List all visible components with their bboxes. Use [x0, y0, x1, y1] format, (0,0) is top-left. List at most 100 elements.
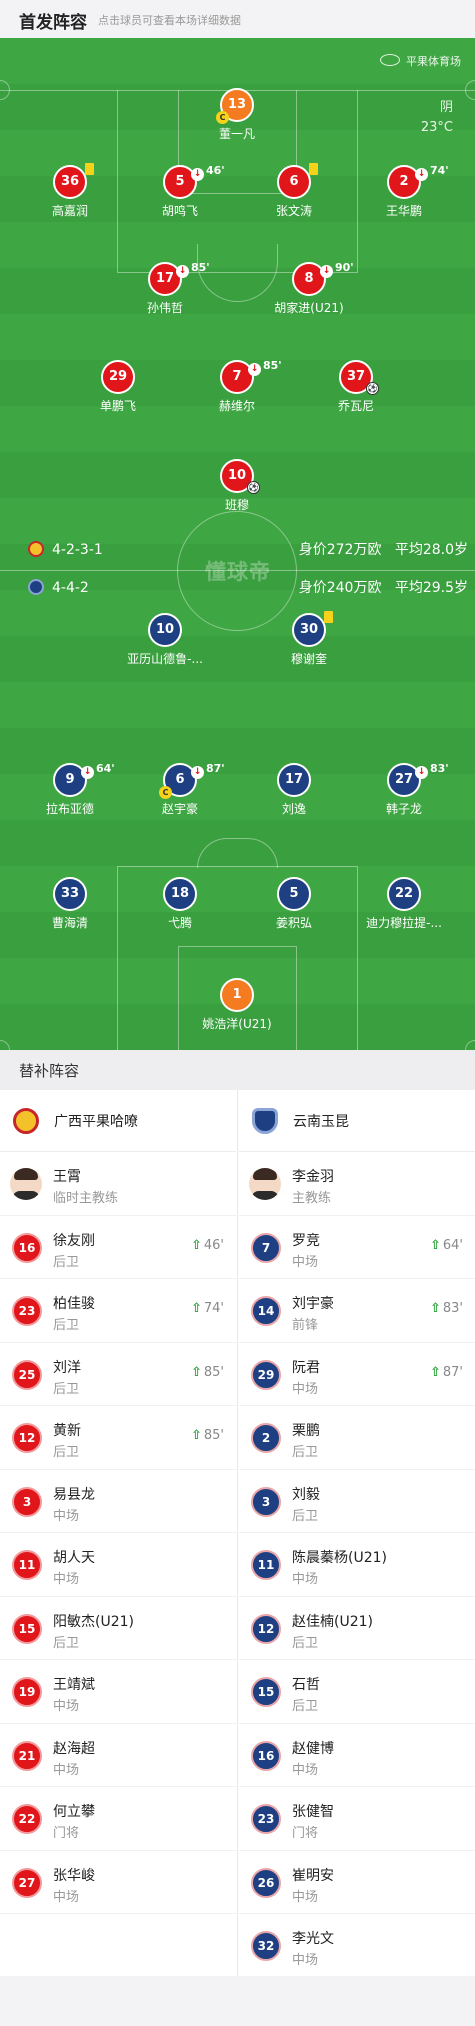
- player-home[interactable]: 2 ↓ 74' 王华鹏: [344, 164, 464, 219]
- sub-player-row[interactable]: 16 徐友刚 后卫 ⇧ 46': [0, 1216, 236, 1279]
- sub-player-row[interactable]: 26 崔明安 中场: [239, 1851, 475, 1914]
- player-away[interactable]: 17 刘逸: [234, 763, 354, 817]
- player-name: 姚浩洋(U21): [202, 1017, 272, 1031]
- sub-player-row[interactable]: 32 李光文 中场: [239, 1914, 475, 1978]
- home-coach-row[interactable]: 王霄 临时主教练: [0, 1152, 236, 1216]
- player-position: 中场: [292, 1889, 319, 1905]
- sub-out-arrow-icon: ↓: [191, 766, 204, 779]
- player-home[interactable]: 10 ⚽ 班穆: [177, 459, 297, 513]
- sub-player-row[interactable]: 3 刘毅 后卫: [239, 1470, 475, 1533]
- player-away[interactable]: 33 曹海清: [10, 877, 130, 931]
- page-subtitle: 点击球员可查看本场详细数据: [98, 14, 241, 27]
- player-away[interactable]: 27 ↓ 83' 韩子龙: [344, 762, 464, 817]
- away-team-row[interactable]: 云南玉昆: [239, 1090, 475, 1152]
- sub-in-time: ⇧ 85': [190, 1428, 224, 1443]
- sub-out-arrow-icon: ↓: [415, 168, 428, 181]
- player-home[interactable]: 5 ↓ 46' 胡鸣飞: [120, 164, 240, 219]
- sub-in-time: ⇧ 74': [190, 1301, 224, 1316]
- sub-player-row[interactable]: 22 何立攀 门将: [0, 1787, 236, 1851]
- player-away[interactable]: 18 弋腾: [120, 877, 240, 931]
- player-name: 王华鹏: [385, 204, 422, 218]
- sub-player-row[interactable]: 2 栗鹏 后卫: [239, 1406, 475, 1470]
- player-home[interactable]: 36 高嘉润: [10, 163, 130, 219]
- shirt-number: 30: [292, 611, 333, 647]
- sub-in-arrow-icon: ⇧: [429, 1301, 441, 1316]
- stadium-icon: [380, 54, 400, 66]
- away-coach-row[interactable]: 李金羽 主教练: [239, 1152, 475, 1216]
- player-away[interactable]: 9 ↓ 64' 拉布亚德: [10, 762, 130, 817]
- coach-avatar: [249, 1168, 281, 1200]
- player-name: 张文涛: [275, 204, 312, 218]
- player-name: 拉布亚德: [45, 802, 94, 816]
- player-home-gk[interactable]: 13 C 董一凡: [177, 88, 297, 142]
- player-home[interactable]: 29 单鹏飞: [58, 360, 178, 414]
- shirt-number: 12: [12, 1423, 42, 1453]
- player-away[interactable]: 5 姜积弘: [234, 877, 354, 931]
- shirt-number: 17: [277, 763, 311, 797]
- shirt-number: 27 ↓ 83': [387, 762, 449, 797]
- sub-player-row[interactable]: 19 王靖斌 中场: [0, 1660, 236, 1724]
- sub-player-row[interactable]: 12 赵佳楠(U21) 后卫: [239, 1597, 475, 1660]
- yellow-card-icon: [309, 163, 318, 175]
- player-name: 韩子龙: [385, 802, 422, 816]
- sub-player-row[interactable]: 7 罗竞 中场 ⇧ 64': [239, 1216, 475, 1279]
- sub-player-row[interactable]: 29 阮君 中场 ⇧ 87': [239, 1343, 475, 1406]
- player-home[interactable]: 6 张文涛: [234, 163, 354, 219]
- sub-player-row[interactable]: 27 张华峻 中场: [0, 1851, 236, 1914]
- player-position: 中场: [292, 1381, 319, 1397]
- sub-player-row[interactable]: 15 石哲 后卫: [239, 1660, 475, 1724]
- player-name: 徐友刚: [53, 1232, 95, 1249]
- stadium-name: 平果体育场: [406, 55, 461, 68]
- player-home[interactable]: 8 ↓ 90' 胡家进(U21): [249, 261, 369, 316]
- sub-player-row[interactable]: 16 赵健博 中场: [239, 1724, 475, 1787]
- sub-out-indicator: ↓ 85': [248, 359, 282, 376]
- player-name: 穆谢奎: [290, 652, 327, 666]
- player-home[interactable]: 37 ⚽ 乔瓦尼: [296, 360, 416, 414]
- sub-in-arrow-icon: ⇧: [429, 1237, 441, 1253]
- home-team-row[interactable]: 广西平果哈嘹: [0, 1090, 236, 1152]
- sub-player-row[interactable]: 11 陈晨蓁杨(U21) 中场: [239, 1533, 475, 1597]
- player-name: 刘毅: [292, 1486, 320, 1503]
- player-home[interactable]: 17 ↓ 85' 孙伟哲: [105, 261, 225, 316]
- shirt-number: 32: [251, 1931, 281, 1961]
- sub-player-row[interactable]: 12 黄新 后卫 ⇧ 85': [0, 1406, 236, 1470]
- player-position: 后卫: [53, 1445, 80, 1460]
- sub-player-row[interactable]: 3 易县龙 中场: [0, 1470, 236, 1533]
- player-away-gk[interactable]: 1 姚浩洋(U21): [177, 978, 297, 1032]
- shirt-number: 26: [251, 1867, 281, 1898]
- player-name: 张华峻: [53, 1867, 95, 1884]
- player-away[interactable]: 6 C ↓ 87' 赵宇豪: [120, 762, 240, 817]
- player-position: 门将: [53, 1826, 80, 1841]
- sub-player-row[interactable]: 21 赵海超 中场: [0, 1724, 236, 1787]
- player-home[interactable]: 7 ↓ 85' 赫维尔: [177, 359, 297, 414]
- player-name: 王靖斌: [53, 1677, 95, 1693]
- sub-player-row[interactable]: 23 柏佳骏 后卫 ⇧ 74': [0, 1279, 236, 1343]
- sub-player-row[interactable]: 23 张健智 门将: [239, 1787, 475, 1851]
- player-name: 易县龙: [53, 1486, 95, 1503]
- away-team-stats: 身价240万欧 平均29.5岁: [299, 579, 468, 597]
- home-team-logo-icon: [13, 1108, 39, 1134]
- coach-role: 临时主教练: [53, 1191, 119, 1206]
- shirt-number: 10 ⚽: [220, 459, 260, 494]
- player-away[interactable]: 22 迪力穆拉提-...: [344, 877, 464, 931]
- away-age: 平均29.5岁: [394, 580, 468, 596]
- player-away[interactable]: 30 穆谢奎: [249, 611, 369, 667]
- player-position: 后卫: [292, 1445, 319, 1460]
- player-name: 乔瓦尼: [337, 399, 374, 413]
- sub-player-row[interactable]: 11 胡人天 中场: [0, 1533, 236, 1597]
- player-name: 赵佳楠(U21): [292, 1613, 373, 1630]
- player-name: 阳敏杰(U21): [53, 1613, 134, 1630]
- player-name: 亚历山德鲁-...: [127, 652, 203, 666]
- sub-player-row[interactable]: 14 刘宇豪 前锋 ⇧ 83': [239, 1279, 475, 1343]
- sub-in-arrow-icon: ⇧: [190, 1301, 202, 1316]
- shirt-number: 10: [148, 613, 182, 647]
- away-value: 身价240万欧: [298, 580, 382, 596]
- home-formation: 4-2-3-1: [28, 541, 103, 559]
- player-position: 中场: [292, 1762, 319, 1778]
- sub-player-row[interactable]: 15 阳敏杰(U21) 后卫: [0, 1597, 236, 1660]
- coach-name: 王霄: [53, 1169, 81, 1185]
- shirt-number: 2 ↓ 74': [387, 164, 449, 199]
- player-name: 赵健博: [292, 1740, 334, 1757]
- sub-player-row[interactable]: 25 刘洋 后卫 ⇧ 85': [0, 1343, 236, 1406]
- player-away[interactable]: 10 亚历山德鲁-...: [105, 613, 225, 667]
